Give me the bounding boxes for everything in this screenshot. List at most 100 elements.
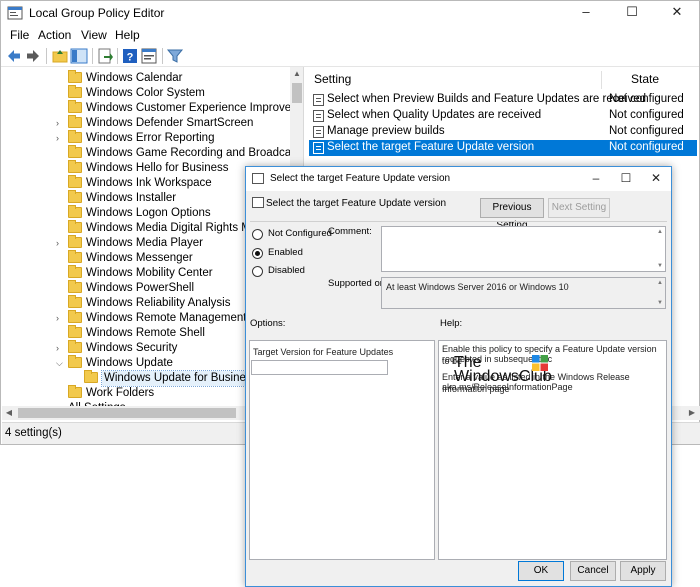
policy-name: Select the target Feature Update version xyxy=(327,141,535,153)
close-button[interactable]: ✕ xyxy=(654,1,700,25)
folder-icon xyxy=(68,160,82,173)
window-title: Local Group Policy Editor xyxy=(29,6,165,20)
ok-button[interactable]: OK xyxy=(518,561,564,581)
policy-row[interactable]: Select when Preview Builds and Feature U… xyxy=(309,92,697,108)
show-hide-tree-icon[interactable] xyxy=(70,47,88,65)
target-version-label: Target Version for Feature Updates xyxy=(253,347,394,357)
export-list-icon[interactable] xyxy=(96,47,114,65)
chevron-right-icon[interactable]: › xyxy=(56,118,65,128)
help-icon[interactable]: ? xyxy=(121,47,139,65)
next-setting-button[interactable]: Next Setting xyxy=(548,198,610,218)
folder-icon xyxy=(68,145,82,158)
radio-not-configured-dot[interactable] xyxy=(252,229,263,240)
scroll-down-arrow-icon[interactable]: ▼ xyxy=(655,300,665,306)
help-label: Help: xyxy=(440,318,463,329)
horizontal-scroll-thumb[interactable] xyxy=(18,408,236,418)
tree-item-label: Windows Error Reporting xyxy=(86,132,215,144)
title-bar: Local Group Policy Editor – ☐ ✕ xyxy=(1,1,699,25)
dialog-divider xyxy=(250,221,667,222)
status-text: 4 setting(s) xyxy=(5,427,62,439)
folder-icon xyxy=(68,100,82,113)
apply-button[interactable]: Apply xyxy=(620,561,666,581)
tree-item-label: Windows Remote Shell xyxy=(86,327,205,339)
supported-on-box: At least Windows Server 2016 or Windows … xyxy=(381,277,666,309)
chevron-right-icon[interactable]: › xyxy=(56,133,65,143)
radio-disabled-dot[interactable] xyxy=(252,266,263,277)
comment-textarea[interactable]: ▲ ▼ xyxy=(381,226,666,272)
folder-icon xyxy=(68,310,82,323)
minimize-button[interactable]: – xyxy=(563,1,609,25)
policy-row[interactable]: Manage preview builds Not configured xyxy=(309,124,697,140)
folder-icon xyxy=(68,220,82,233)
help-panel: Enable this policy to specify a Feature … xyxy=(438,340,667,560)
folder-icon xyxy=(68,85,82,98)
menu-bar: File Action View Help xyxy=(1,25,699,45)
scroll-left-arrow-icon[interactable]: ◀ xyxy=(2,406,16,420)
tree-item[interactable]: Windows Game Recording and Broadcasting xyxy=(2,145,303,161)
up-folder-icon[interactable] xyxy=(51,47,69,65)
dialog-close-button[interactable]: ✕ xyxy=(641,167,671,191)
scroll-up-arrow-icon[interactable]: ▲ xyxy=(655,280,665,286)
tree-item[interactable]: › Windows Defender SmartScreen xyxy=(2,115,292,131)
folder-icon xyxy=(68,70,82,83)
chevron-right-icon[interactable]: › xyxy=(56,343,65,353)
menu-file[interactable]: File xyxy=(10,28,29,42)
folder-icon xyxy=(84,370,98,383)
cancel-button[interactable]: Cancel xyxy=(570,561,616,581)
options-panel: Target Version for Feature Updates xyxy=(249,340,435,560)
dialog-minimize-button[interactable]: – xyxy=(581,167,611,191)
target-version-input[interactable] xyxy=(251,360,388,375)
column-header-setting[interactable]: Setting xyxy=(314,67,351,91)
folder-icon xyxy=(68,355,82,368)
tree-item-label: Windows Logon Options xyxy=(86,207,211,219)
back-arrow-icon[interactable] xyxy=(5,47,23,65)
policy-row[interactable]: Select the target Feature Update version… xyxy=(309,140,697,156)
tree-item-label: Windows Mobility Center xyxy=(86,267,213,279)
filter-icon[interactable] xyxy=(166,47,184,65)
folder-icon xyxy=(68,265,82,278)
dialog-title-bar: Select the target Feature Update version… xyxy=(246,167,671,191)
scroll-right-arrow-icon[interactable]: ▶ xyxy=(685,406,699,420)
supported-scrollbar[interactable]: ▲ ▼ xyxy=(655,278,665,308)
tree-item[interactable]: Windows Color System xyxy=(2,85,292,101)
previous-setting-button[interactable]: Previous Setting xyxy=(480,198,544,231)
radio-disabled-label: Disabled xyxy=(268,265,305,276)
properties-icon[interactable] xyxy=(140,47,158,65)
tree-scroll-thumb[interactable] xyxy=(292,83,302,103)
folder-icon xyxy=(68,235,82,248)
policy-name: Select when Preview Builds and Feature U… xyxy=(327,93,646,105)
tree-item-label: Windows Ink Workspace xyxy=(86,177,212,189)
policy-setting-icon xyxy=(252,197,264,208)
column-header-state[interactable]: State xyxy=(631,67,659,91)
tree-item[interactable]: › Windows Error Reporting xyxy=(2,130,292,146)
tree-item[interactable]: Windows Customer Experience Improvement xyxy=(2,100,303,116)
policy-setting-icon xyxy=(313,110,324,122)
scroll-down-arrow-icon[interactable]: ▼ xyxy=(655,263,665,269)
menu-action[interactable]: Action xyxy=(38,28,71,42)
radio-not-configured-label: Not Configured xyxy=(268,228,332,239)
maximize-button[interactable]: ☐ xyxy=(609,1,655,25)
menu-help[interactable]: Help xyxy=(115,28,140,42)
scroll-up-arrow-icon[interactable]: ▲ xyxy=(655,229,665,235)
tree-item-label: Windows Security xyxy=(86,342,178,354)
tree-item-label: Windows Customer Experience Improvement xyxy=(86,102,304,114)
tree-item-label: Windows Defender SmartScreen xyxy=(86,117,254,129)
radio-enabled-dot[interactable] xyxy=(252,248,263,259)
comment-scrollbar[interactable]: ▲ ▼ xyxy=(655,227,665,271)
forward-arrow-icon[interactable] xyxy=(24,47,42,65)
dialog-maximize-button[interactable]: ☐ xyxy=(611,167,641,191)
chevron-right-icon[interactable]: › xyxy=(56,238,65,248)
supported-on-label: Supported on: xyxy=(328,278,388,289)
folder-icon xyxy=(68,325,82,338)
policy-row[interactable]: Select when Quality Updates are received… xyxy=(309,108,697,124)
tree-item-label: Windows Game Recording and Broadcasting xyxy=(86,147,304,159)
column-separator[interactable] xyxy=(601,71,602,89)
tree-item[interactable]: Windows Calendar xyxy=(2,70,292,86)
menu-view[interactable]: View xyxy=(81,28,107,42)
radio-enabled-label: Enabled xyxy=(268,247,303,258)
chevron-right-icon[interactable]: › xyxy=(56,313,65,323)
chevron-down-icon[interactable]: ⌵ xyxy=(56,358,65,369)
policy-name: Manage preview builds xyxy=(327,125,445,137)
policy-state: Not configured xyxy=(609,141,684,153)
scroll-up-arrow-icon[interactable]: ▲ xyxy=(290,67,303,81)
